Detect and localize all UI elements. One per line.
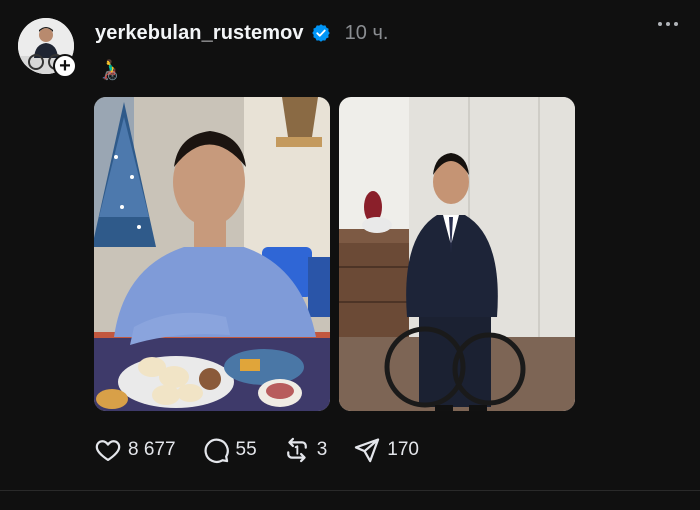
thread-post: + yerkebulan_rustemov 10 ч. 👨‍🦽 [0, 0, 700, 510]
repost-count: 3 [316, 439, 328, 460]
repost-icon [286, 437, 307, 463]
share-count: 170 [387, 439, 419, 460]
photo-wheelchair-suit[interactable] [339, 97, 575, 411]
photo-restaurant[interactable] [94, 97, 330, 411]
repost-button[interactable]: 3 [283, 436, 328, 464]
verified-badge-icon [311, 23, 331, 43]
username[interactable]: yerkebulan_rustemov [95, 22, 304, 45]
reply-button[interactable]: 55 [202, 436, 257, 464]
post-divider [0, 490, 700, 491]
post-caption: 👨‍🦽 [97, 59, 122, 81]
reply-count: 55 [235, 439, 257, 460]
post-time: 10 ч. [344, 21, 389, 44]
comment-icon [204, 438, 229, 463]
post-header: yerkebulan_rustemov 10 ч. [95, 18, 388, 48]
plus-icon[interactable]: + [53, 54, 77, 78]
post-actions: 8 677 55 3 170 [94, 433, 445, 467]
share-button[interactable]: 170 [353, 436, 419, 464]
more-options-icon[interactable] [658, 22, 678, 26]
like-button[interactable]: 8 677 [94, 436, 176, 464]
send-icon [355, 438, 380, 463]
heart-icon [95, 440, 121, 462]
like-count: 8 677 [128, 439, 176, 460]
